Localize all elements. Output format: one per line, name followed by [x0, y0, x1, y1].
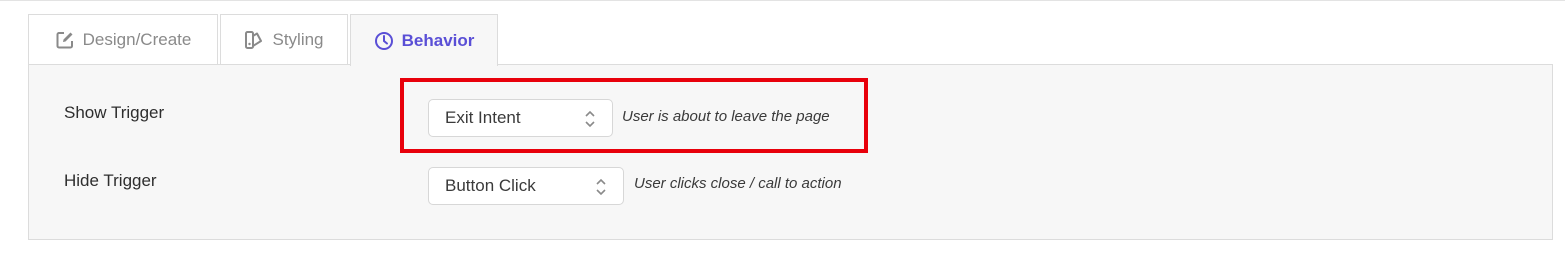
hide-trigger-select[interactable]: Button Click [428, 167, 624, 205]
clock-icon [374, 31, 394, 51]
styling-icon [244, 30, 264, 50]
updown-chevron-icon [595, 177, 607, 202]
hide-trigger-label: Hide Trigger [64, 171, 157, 190]
show-trigger-label: Show Trigger [64, 103, 165, 122]
highlight-box [400, 78, 868, 153]
tab-behavior[interactable]: Behavior [350, 14, 498, 66]
edit-icon [55, 30, 75, 50]
hide-trigger-value: Button Click [445, 176, 536, 195]
tab-label: Behavior [401, 30, 475, 50]
hide-trigger-hint: User clicks close / call to action [634, 175, 842, 192]
top-divider [0, 0, 1565, 1]
tab-label: Styling [272, 30, 324, 49]
tab-design-create[interactable]: Design/Create [28, 14, 218, 65]
tab-bar: Design/Create Styling Behavior [28, 14, 500, 66]
tab-label: Design/Create [82, 30, 192, 49]
tab-styling[interactable]: Styling [220, 14, 348, 65]
